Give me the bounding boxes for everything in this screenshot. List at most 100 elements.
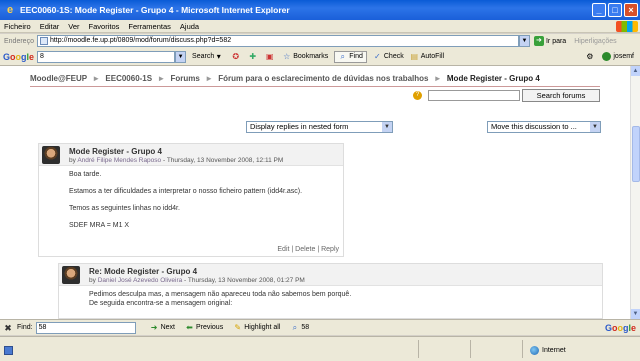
autofill-button[interactable]: ▤ AutoFill <box>410 52 444 61</box>
menu-tools[interactable]: Ferramentas <box>128 22 171 31</box>
news-button[interactable]: ✚ <box>248 52 259 61</box>
find-label: Find: <box>17 324 33 331</box>
scroll-up-icon[interactable]: ▲ <box>631 66 640 76</box>
breadcrumb-separator: ► <box>205 74 213 83</box>
status-bar: Internet <box>0 336 640 361</box>
breadcrumb-forum[interactable]: Fórum para o esclarecimento de dúvidas n… <box>218 74 428 83</box>
wrench-icon: ⚙ <box>586 52 594 61</box>
find-button[interactable]: ⌕ Find <box>334 50 367 63</box>
post-subject: Mode Register - Grupo 4 <box>69 147 162 156</box>
post-meta: by André Filipe Mendes Raposo - Thursday… <box>69 157 284 164</box>
avatar[interactable] <box>62 266 80 284</box>
highlight-all-button[interactable]: ✎ Highlight all <box>233 323 280 332</box>
ie-icon: e <box>6 4 14 16</box>
minimize-button[interactable]: _ <box>592 3 606 17</box>
popup-blocker-icon: ▣ <box>265 52 274 61</box>
google-account[interactable]: ⚙ josemf <box>585 52 634 61</box>
post-header: Mode Register - Grupo 4 by André Filipe … <box>39 144 343 166</box>
post-commands[interactable]: Edit | Delete | Reply <box>277 246 339 253</box>
breadcrumb-divider <box>30 86 600 87</box>
window-title: EEC0060-1S: Mode Register - Grupo 4 - Mi… <box>20 5 290 15</box>
find-next-button[interactable]: ➜ Next <box>150 323 175 332</box>
post-body: Boa tarde. Estamos a ter dificuldades a … <box>69 171 303 229</box>
forum-post-reply: Re: Mode Register - Grupo 4 by Daniel Jo… <box>58 263 603 319</box>
highlighter-icon: ✎ <box>234 323 242 332</box>
go-button[interactable]: ➜ Ir para <box>533 36 567 46</box>
maximize-button[interactable]: □ <box>608 3 622 17</box>
menu-view[interactable]: Ver <box>68 22 79 31</box>
chevron-down-icon: ▾ <box>216 52 221 61</box>
post-date: - Thursday, 13 November 2008, 12:11 PM <box>162 157 284 164</box>
title-bar: e EEC0060-1S: Mode Register - Grupo 4 - … <box>0 0 640 20</box>
find-previous-icon: ⬅ <box>186 323 193 332</box>
find-next-icon: ➜ <box>150 323 158 332</box>
vertical-scrollbar[interactable]: ▲ ▼ <box>630 66 640 319</box>
google-logo[interactable]: Google <box>3 52 34 62</box>
find-input[interactable]: 58 <box>35 321 136 334</box>
breadcrumb-separator: ► <box>433 74 442 83</box>
find-bar: ✖ Find: 58 ➜ Next ⬅ Previous ✎ Highlight… <box>0 319 640 335</box>
autofill-icon: ▤ <box>410 52 418 61</box>
address-url: http://moodle.fe.up.pt/0809/mod/forum/di… <box>49 37 232 44</box>
news-icon: ✚ <box>249 52 257 61</box>
avatar[interactable] <box>42 146 60 164</box>
google-search-dropdown[interactable]: ▼ <box>175 50 187 63</box>
scroll-down-icon[interactable]: ▼ <box>631 309 640 319</box>
pagerank-button[interactable]: ✪ <box>231 52 242 61</box>
address-input[interactable]: http://moodle.fe.up.pt/0809/mod/forum/di… <box>36 35 519 47</box>
breadcrumb-course[interactable]: EEC0060-1S <box>105 74 152 83</box>
star-icon: ☆ <box>283 52 291 61</box>
windows-logo-icon <box>616 21 638 32</box>
breadcrumb-forums[interactable]: Forums <box>170 74 199 83</box>
post-author[interactable]: Daniel José Azevedo Oliveira <box>98 277 183 284</box>
google-search-input[interactable]: 8 <box>37 50 176 63</box>
address-label: Endereço <box>4 37 34 45</box>
menu-favorites[interactable]: Favoritos <box>89 22 120 31</box>
forum-search: ? Search forums <box>413 89 600 102</box>
close-button[interactable]: × <box>624 3 638 17</box>
spellcheck-button[interactable]: ✓ Check <box>373 52 404 61</box>
bookmarks-button[interactable]: ☆ Bookmarks <box>282 52 328 61</box>
magnifier-icon: ⌕ <box>340 52 345 61</box>
spellcheck-icon: ✓ <box>374 52 381 61</box>
menu-file[interactable]: Ficheiro <box>4 22 31 31</box>
status-divider <box>470 340 471 358</box>
status-divider <box>522 340 523 358</box>
menu-edit[interactable]: Editar <box>40 22 60 31</box>
links-label[interactable]: Hiperligações <box>574 38 616 45</box>
breadcrumb: Moodle@FEUP ► EEC0060-1S ► Forums ► Fóru… <box>30 74 590 85</box>
move-discussion-select[interactable]: Move this discussion to ... ▼ <box>487 121 601 133</box>
page-content: Moodle@FEUP ► EEC0060-1S ► Forums ► Fóru… <box>0 66 630 319</box>
address-dropdown-button[interactable]: ▼ <box>518 35 530 47</box>
find-previous-button[interactable]: ⬅ Previous <box>185 323 223 332</box>
search-forums-button[interactable]: Search forums <box>522 89 600 102</box>
google-toolbar: Google 8 ▼ Search ▾ ✪ ✚ ▣ ☆ Bookmarks ⌕ F… <box>0 48 640 66</box>
address-bar: Endereço http://moodle.fe.up.pt/0809/mod… <box>0 34 640 48</box>
breadcrumb-home[interactable]: Moodle@FEUP <box>30 74 87 83</box>
go-arrow-icon: ➜ <box>533 36 544 46</box>
go-label: Ir para <box>545 37 567 45</box>
close-icon[interactable]: ✖ <box>3 323 13 333</box>
post-meta: by Daniel José Azevedo Oliveira - Thursd… <box>89 277 305 284</box>
status-divider <box>418 340 419 358</box>
menu-help[interactable]: Ajuda <box>180 22 199 31</box>
popup-blocker-button[interactable]: ▣ <box>265 52 276 61</box>
google-search-button[interactable]: Search ▾ <box>192 52 225 61</box>
page-icon <box>39 37 48 45</box>
forum-post: Mode Register - Grupo 4 by André Filipe … <box>38 143 344 257</box>
scroll-thumb[interactable] <box>632 126 640 182</box>
chevron-down-icon: ▼ <box>382 122 392 132</box>
display-mode-value: Display replies in nested form <box>250 122 349 131</box>
display-mode-select[interactable]: Display replies in nested form ▼ <box>246 121 393 133</box>
move-discussion-value: Move this discussion to ... <box>491 122 577 131</box>
breadcrumb-current: Mode Register - Grupo 4 <box>446 74 540 83</box>
match-count: ⌕ 58 <box>290 323 310 332</box>
search-forums-input[interactable] <box>428 90 520 101</box>
post-author[interactable]: André Filipe Mendes Raposo <box>77 157 161 164</box>
post-header: Re: Mode Register - Grupo 4 by Daniel Jo… <box>59 264 602 286</box>
help-icon[interactable]: ? <box>413 91 422 100</box>
breadcrumb-separator: ► <box>157 74 166 83</box>
security-zone: Internet <box>530 346 566 355</box>
magnifier-icon: ⌕ <box>292 323 298 332</box>
account-status-icon <box>602 52 612 61</box>
